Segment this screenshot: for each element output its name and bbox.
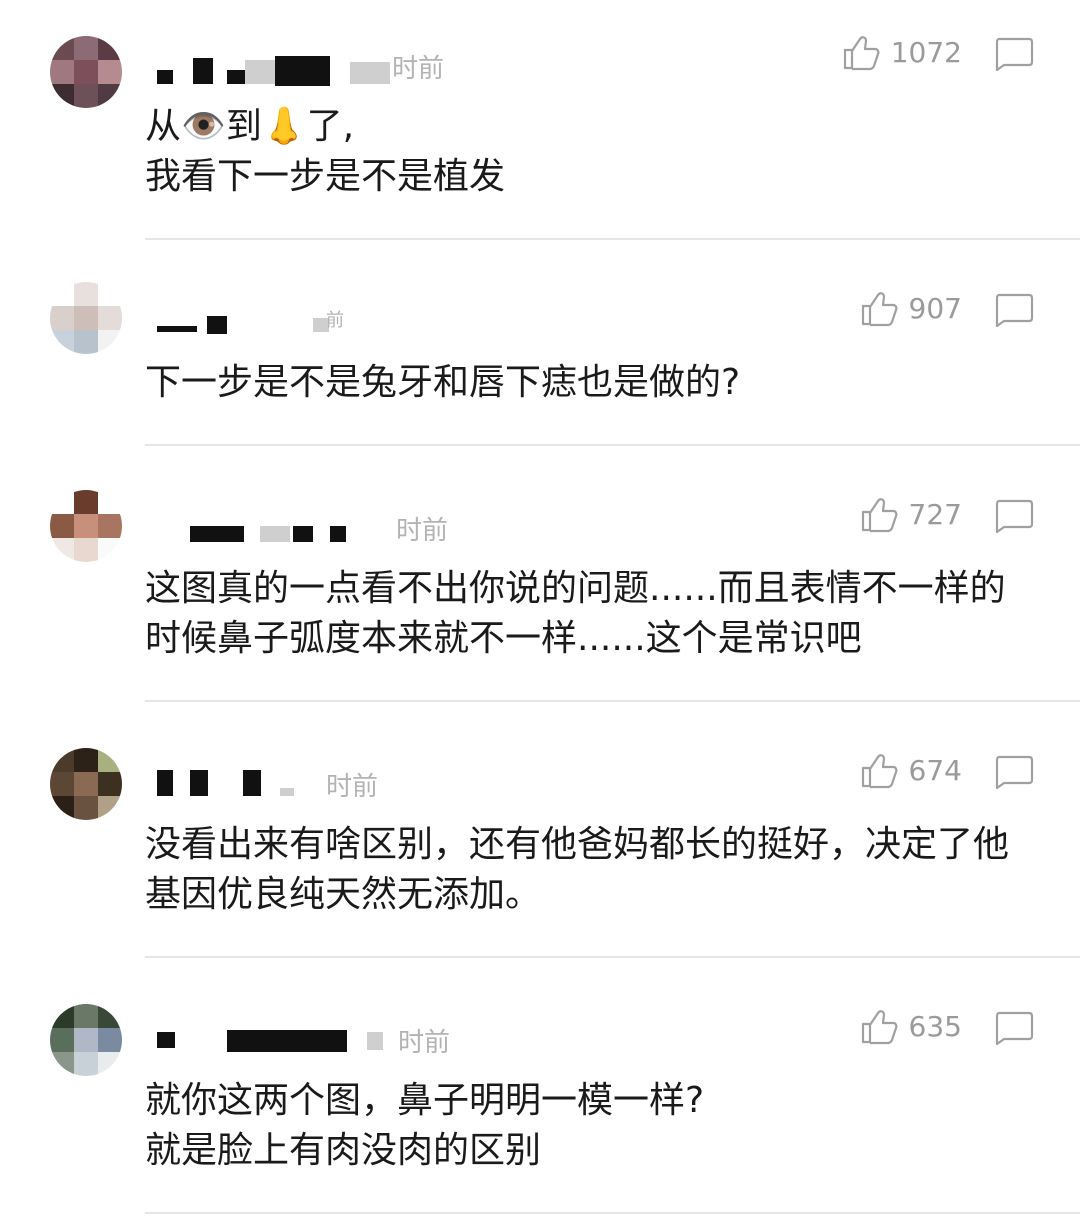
comment-item: 时前 1072 从👁️到👃了, 我看下一步是不是植发 bbox=[0, 0, 1080, 256]
divider bbox=[145, 444, 1080, 446]
comment-bubble-icon[interactable] bbox=[994, 754, 1034, 790]
comment-text: 没看出来有啥区别，还有他爸妈都长的挺好，决定了他基因优良纯天然无添加。 bbox=[145, 824, 1010, 915]
username-redacted[interactable] bbox=[145, 768, 325, 808]
avatar[interactable] bbox=[50, 748, 122, 820]
like-button[interactable]: 727 bbox=[859, 494, 962, 534]
comment-text: 就你这两个图，鼻子明明一模一样? 就是脸上有肉没肉的区别 bbox=[145, 1080, 705, 1171]
like-count: 635 bbox=[908, 1009, 962, 1043]
comment-bubble-icon[interactable] bbox=[994, 36, 1034, 72]
thumbs-up-icon bbox=[843, 36, 880, 71]
username-redacted[interactable] bbox=[145, 306, 345, 346]
thumbs-up-icon bbox=[861, 754, 898, 789]
comment-time: 时前 bbox=[396, 516, 449, 546]
comment-bubble-icon[interactable] bbox=[994, 1010, 1034, 1046]
username-redacted[interactable] bbox=[145, 50, 395, 90]
comment-item: 时前 727 这图真的一点看不出你说的问题......而且表情不一样的时候鼻子弧… bbox=[0, 462, 1080, 718]
like-button[interactable]: 674 bbox=[859, 750, 962, 790]
comment-time: 时前 bbox=[326, 772, 379, 802]
comment-text: 下一步是不是兔牙和唇下痣也是做的? bbox=[145, 362, 741, 403]
like-button[interactable]: 1072 bbox=[841, 32, 962, 72]
avatar[interactable] bbox=[50, 490, 122, 562]
like-count: 674 bbox=[908, 753, 962, 787]
avatar[interactable] bbox=[50, 36, 122, 108]
comment-bubble-icon[interactable] bbox=[994, 498, 1034, 534]
comment-time: 时前 bbox=[398, 1028, 451, 1058]
comment-item: 时前 635 就你这两个图，鼻子明明一模一样? 就是脸上有肉没肉的区别 bbox=[0, 974, 1080, 1230]
avatar[interactable] bbox=[50, 282, 122, 354]
divider bbox=[145, 956, 1080, 958]
like-button[interactable]: 635 bbox=[859, 1006, 962, 1046]
divider bbox=[145, 238, 1080, 240]
like-count: 907 bbox=[908, 291, 962, 325]
divider bbox=[145, 700, 1080, 702]
like-count: 727 bbox=[908, 497, 962, 531]
like-button[interactable]: 907 bbox=[859, 288, 962, 328]
comment-text: 从👁️到👃了, 我看下一步是不是植发 bbox=[145, 106, 506, 197]
username-redacted[interactable] bbox=[145, 512, 365, 552]
comment-time: 前 bbox=[326, 310, 344, 331]
comment-bubble-icon[interactable] bbox=[994, 292, 1034, 328]
like-count: 1072 bbox=[890, 35, 962, 69]
comment-time: 时前 bbox=[392, 54, 445, 84]
divider bbox=[145, 1212, 1080, 1214]
comment-item: 时前 674 没看出来有啥区别，还有他爸妈都长的挺好，决定了他基因优良纯天然无添… bbox=[0, 718, 1080, 974]
avatar[interactable] bbox=[50, 1004, 122, 1076]
thumbs-up-icon bbox=[861, 498, 898, 533]
thumbs-up-icon bbox=[861, 1010, 898, 1045]
thumbs-up-icon bbox=[861, 292, 898, 327]
username-redacted[interactable] bbox=[145, 1024, 395, 1064]
comment-text: 这图真的一点看不出你说的问题......而且表情不一样的时候鼻子弧度本来就不一样… bbox=[145, 568, 1006, 659]
